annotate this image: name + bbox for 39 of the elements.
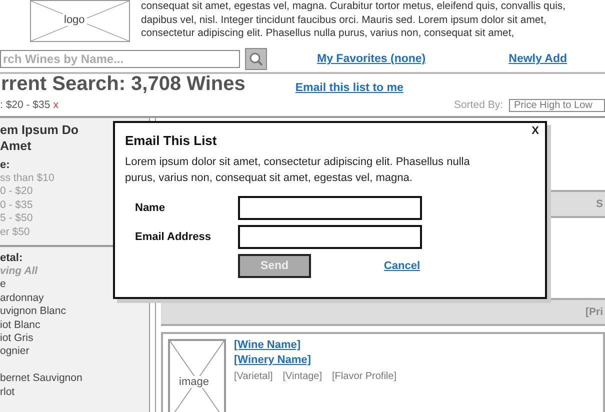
remove-filter-link[interactable]: x	[53, 99, 58, 111]
close-button[interactable]: X	[532, 125, 539, 137]
search-button[interactable]	[245, 48, 267, 70]
input-field[interactable]	[238, 196, 422, 220]
filter-option[interactable]: rlot	[0, 386, 149, 400]
sort-dropdown[interactable]: Price High to Low	[509, 98, 605, 112]
email-list-link[interactable]: Email this list to me	[295, 82, 404, 94]
dialog-title: Email This List	[125, 133, 218, 148]
header-text: consequat sit amet, egestas vel, magna. Curabitur tortor metus, eleifend quis, convallis quis, dapibus vel, nisl. Integer tincidunt faucibus orci. Mauris sed. Lorem ipsum dolor sit amet, consectetur adipiscing elit. Phasellus nulla purus, varius non, consequat sit amet,	[141, 0, 566, 41]
wine-name-link[interactable]: [Wine Name]	[234, 339, 396, 351]
field-label: Email Address	[135, 231, 212, 243]
filter-note: ving All	[0, 265, 39, 278]
filter-heading: etal:	[0, 251, 23, 266]
search-field[interactable]: rch Wines by Name...	[0, 50, 240, 68]
filter-option[interactable]: ognier	[0, 345, 149, 359]
filter-option[interactable]: iot Gris	[0, 332, 149, 346]
dialog-text: Lorem ipsum dolor sit amet, consectetur adipiscing elit. Phasellus nulla purus, varius non, consequat sit amet, egestas vel, magna.	[125, 155, 471, 186]
sort-label: Sorted By:	[454, 99, 503, 111]
logo-text: logo	[62, 14, 87, 26]
results-heading: rrent Search: 3,708 Wines	[1, 73, 246, 96]
filter-text: : $20 - $35	[0, 99, 50, 111]
filter-option[interactable]: uvignon Blanc	[0, 305, 149, 319]
filter-heading: e:	[0, 158, 10, 172]
input-field[interactable]	[238, 225, 422, 249]
filter-option[interactable]: iot Blanc	[0, 318, 149, 332]
wine-detail: [Varietal]	[234, 371, 273, 382]
winery-link[interactable]: [Winery Name]	[234, 354, 396, 366]
cancel-link[interactable]: Cancel	[384, 260, 420, 272]
wine-detail: [Flavor Profile]	[332, 371, 396, 382]
column-header: S	[596, 198, 603, 210]
image-label: image	[179, 376, 209, 388]
column-header: [Pri	[585, 306, 603, 318]
filter-option[interactable]: bernet Sauvignon	[0, 372, 149, 386]
favorites-link[interactable]: My Favorites (none)	[317, 53, 426, 65]
wine-detail: [Vintage]	[282, 371, 322, 382]
newly-added-link[interactable]: Newly Add	[508, 53, 567, 65]
search-icon	[249, 52, 263, 66]
field-label: Name	[135, 202, 166, 214]
sidebar-title: em Ipsum Do Amet	[0, 122, 80, 154]
